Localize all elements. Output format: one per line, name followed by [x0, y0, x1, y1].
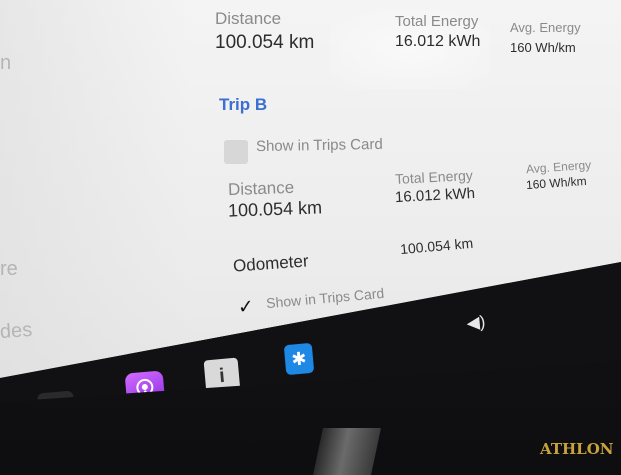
- bluetooth-icon[interactable]: ✱: [283, 342, 315, 376]
- trip-a-total-energy-label: Total Energy: [395, 13, 479, 30]
- sidebar-item-partial[interactable]: re: [0, 258, 18, 281]
- trip-a-avg-energy-value: 160 Wh/km: [510, 40, 576, 55]
- trip-b-show-label[interactable]: Show in Trips Card: [256, 136, 383, 155]
- trip-a-distance-value: 100.054 km: [215, 32, 315, 53]
- trip-a-total-energy-value: 16.012 kWh: [395, 33, 481, 50]
- sidebar-item-partial[interactable]: des: [0, 319, 33, 344]
- sidebar-item-partial[interactable]: n: [0, 52, 11, 75]
- volume-icon[interactable]: ◀): [461, 311, 491, 335]
- trip-b-distance-value: 100.054 km: [227, 197, 323, 221]
- odometer-show-checkbox[interactable]: ✓: [237, 295, 254, 319]
- trip-a-distance-label: Distance: [215, 9, 282, 28]
- display-stand: [313, 428, 381, 475]
- brand-logo: ATHLON: [540, 440, 614, 458]
- trip-b-title: Trip B: [219, 95, 268, 114]
- trip-b-show-checkbox[interactable]: [224, 140, 248, 164]
- trip-b-distance-label: Distance: [227, 177, 295, 200]
- trip-a-avg-energy-label: Avg. Energy: [510, 20, 581, 35]
